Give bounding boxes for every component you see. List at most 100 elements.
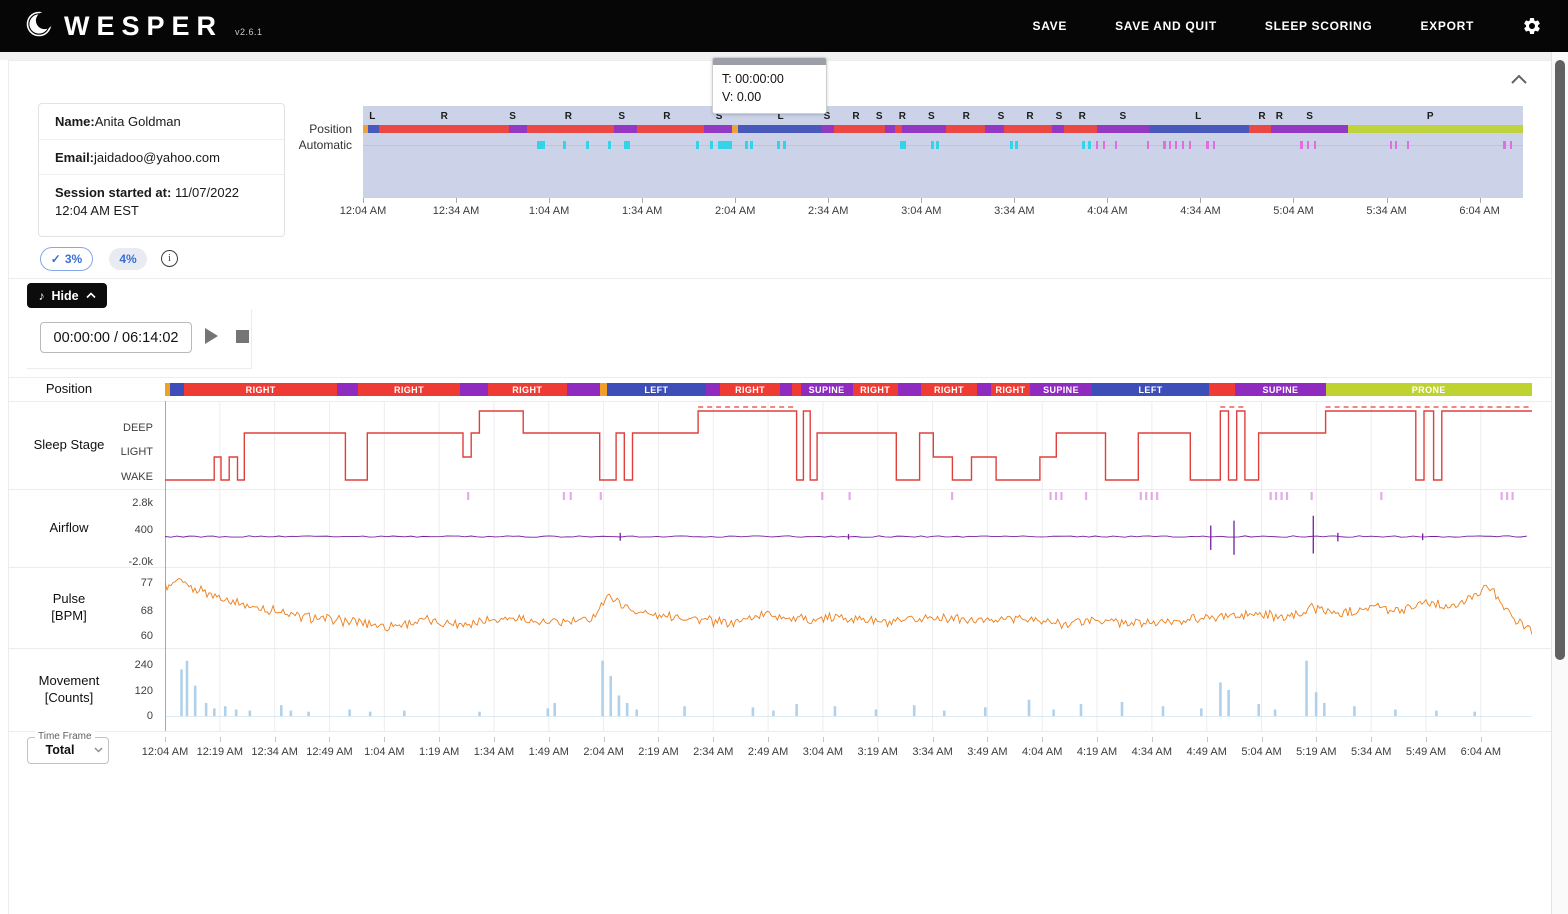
position-segment [885,125,896,133]
tick-label: 2:19 AM [638,746,679,758]
tick-mark [822,737,824,742]
tick-mark [165,737,166,742]
auto-event-mark [1395,141,1398,149]
overview-letters: LRSRSRSLSRSRSRSRSRSLRRSP [363,111,1523,124]
top-navbar: WESPER v2.6.1 SAVE SAVE AND QUIT SLEEP S… [0,0,1568,52]
overview-letter: R [564,111,572,122]
gear-icon[interactable] [1522,16,1542,36]
auto-event-mark [717,141,732,149]
tick-mark [439,737,441,742]
moon-logo-icon [26,11,54,42]
position-segment: RIGHT [357,383,461,396]
tick-label: 1:19 AM [418,746,460,758]
sleep-stage-plot[interactable] [165,401,1532,489]
bottom-time-axis: 12:04 AM 12:19 AM 12:34 AM 12:49 AM 1:04 AM 1… [142,746,1532,760]
auto-event-mark [1147,141,1150,149]
position-segment [737,125,823,133]
overview-letter: S [1306,111,1313,122]
tick-mark [735,198,737,203]
tick-label: 5:04 AM [1241,746,1282,758]
auto-event-mark [607,141,611,149]
tick-mark [1042,737,1044,742]
session-start-row: Session started at: 11/07/2022 12:04 AM … [39,175,284,227]
position-segment [509,125,527,133]
tick-label: 3:34 AM [912,746,953,758]
tick-mark [1014,198,1016,203]
overview-letter: R [1078,111,1086,122]
auto-event-mark [1082,141,1086,149]
tick-label: 12:04 AM [339,205,387,217]
movement-ytick-high: 240 [134,659,153,671]
play-button[interactable] [205,328,218,344]
timeframe-select[interactable]: Time Frame Total [27,731,109,764]
save-button[interactable]: SAVE [1033,19,1068,33]
position-segment [1347,125,1523,133]
position-segment [1052,125,1064,133]
position-strip[interactable]: RIGHT RIGHT RIGHT LEFT RIGHT SUPINE RIGHT RIGHT… [165,383,1532,396]
auto-event-mark [1407,141,1409,149]
export-button[interactable]: EXPORT [1420,19,1474,33]
auto-event-mark [777,141,781,149]
position-row-label: Position [45,380,93,396]
tick-mark [987,737,989,742]
sleep-scoring-button[interactable]: SLEEP SCORING [1265,19,1373,33]
session-start-label: Session started at: [55,185,172,201]
tick-mark [768,737,770,742]
collapse-panel-chevron-icon[interactable] [1508,70,1530,90]
airflow-plot[interactable] [165,489,1532,567]
auto-event-mark [931,141,935,149]
tick-mark [549,198,551,203]
tick-mark [1206,737,1208,742]
position-segment [780,383,793,396]
tick-mark [1386,198,1388,203]
auto-event-mark [1169,141,1172,149]
tick-label: 6:04 AM [1460,746,1502,758]
window-scrollbar[interactable] [1551,52,1568,914]
tick-mark [658,737,660,742]
score-badge-secondary[interactable]: 4% [109,248,147,270]
tick-mark [642,198,644,203]
tick-mark [877,737,879,742]
position-segment [792,383,801,396]
overview-letter: S [875,111,883,122]
auto-event-mark [1503,141,1507,149]
overview-hypnogram-strip[interactable]: LRSRSRSLSRSRSRSRSRSLRRSP [363,106,1523,198]
chevron-down-icon [94,747,103,755]
auto-event-mark [1510,141,1513,149]
save-and-quit-button[interactable]: SAVE AND QUIT [1115,19,1217,33]
stop-button[interactable] [236,330,249,343]
info-icon[interactable]: i [161,250,178,267]
hide-audio-button[interactable]: ♪ Hide [27,283,107,308]
tick-mark [493,737,495,742]
score-badge-primary[interactable]: ✓ 3% [40,247,93,271]
auto-event-mark [1088,141,1091,149]
scrollbar-thumb[interactable] [1555,60,1565,660]
tick-label: 3:04 AM [901,205,942,217]
tick-mark [1426,737,1427,742]
position-segment: LEFT [606,383,707,396]
bottom-tick-row [165,737,1532,743]
overview-position-label: Position [309,122,352,136]
movement-plot[interactable] [165,648,1532,731]
tick-mark [1479,198,1481,203]
tick-mark [1293,198,1295,203]
position-segment [337,383,358,396]
overview-letter: S [618,111,626,122]
tick-label: 4:34 AM [1180,205,1221,217]
tick-label: 5:34 AM [1366,205,1407,217]
position-segment [895,125,903,133]
pulse-chart [165,567,1532,648]
position-segment [599,383,607,396]
tick-mark [828,198,830,203]
position-segment: SUPINE [1030,383,1092,396]
position-segment [902,125,947,133]
tick-label: 2:04 AM [715,205,756,217]
tick-mark [274,737,276,742]
tick-mark [603,737,605,742]
overview-letter: L [369,111,376,122]
overview-auto-marks [363,140,1523,150]
patient-email-value: jaidadoo@yahoo.com [94,149,220,165]
tick-label: 3:49 AM [967,746,1008,758]
pulse-plot[interactable] [165,567,1532,648]
auto-event-mark [1181,141,1184,149]
